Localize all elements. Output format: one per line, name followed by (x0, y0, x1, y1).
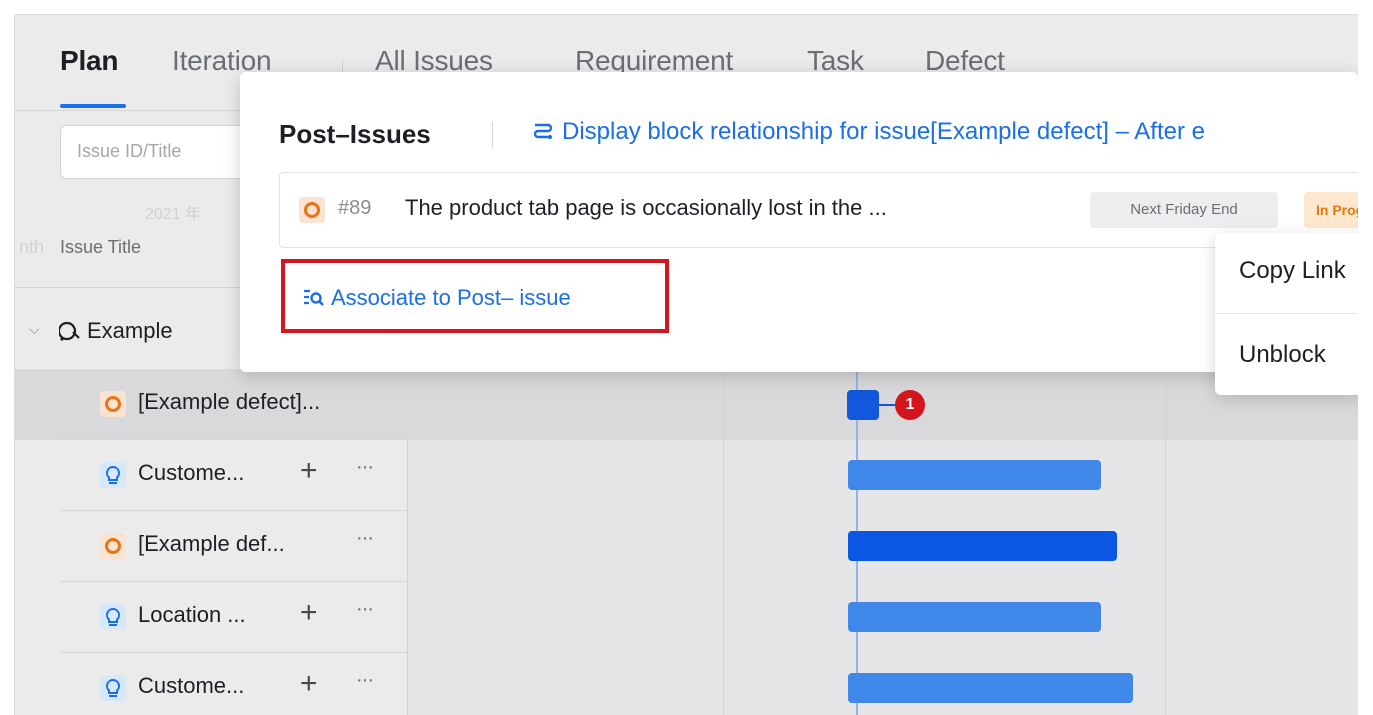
active-tab-indicator (60, 104, 126, 108)
relationship-link-text[interactable]: Display block relationship for issue[Exa… (562, 118, 1205, 145)
associate-post-issue-button[interactable]: Associate to Post– issue (303, 285, 571, 311)
add-child-button[interactable]: + (300, 667, 318, 701)
row-title[interactable]: [Example defect]... (138, 389, 320, 415)
row-title[interactable]: [Example def... (138, 531, 285, 557)
row-title[interactable]: Custome... (138, 460, 244, 486)
plan-view: Plan Iteration All Issues Requirement Ta… (15, 15, 1358, 715)
dependency-connector (877, 404, 897, 406)
iteration-icon (59, 321, 80, 341)
popover-title: Post–Issues (279, 119, 431, 149)
gantt-bar[interactable] (847, 390, 879, 420)
timeline-year-label: 2021 年 (145, 206, 202, 223)
due-date-badge: Next Friday End (1090, 192, 1278, 228)
table-row[interactable]: Custome... + ··· (60, 653, 408, 715)
search-placeholder: Issue ID/Title (77, 141, 182, 161)
defect-icon (100, 533, 126, 559)
timeline-unit-label: nth (19, 237, 45, 257)
menu-divider (1215, 313, 1358, 314)
table-row[interactable]: Custome... + ··· (60, 440, 408, 511)
row-title[interactable]: Custome... (138, 673, 244, 699)
menu-item-copy-link[interactable]: Copy Link (1239, 257, 1346, 285)
relationship-icon (533, 123, 553, 139)
requirement-icon (100, 462, 126, 488)
add-child-button[interactable]: + (300, 454, 318, 488)
requirement-icon (100, 675, 126, 701)
status-badge[interactable]: In Progr (1304, 192, 1358, 228)
post-issues-popover: Post–Issues Display block relationship f… (240, 72, 1358, 372)
table-row[interactable]: [Example defect]... (60, 369, 408, 440)
table-row[interactable]: Location ... + ··· (60, 582, 408, 653)
group-label: Example (87, 318, 173, 343)
gantt-bar[interactable] (848, 531, 1117, 561)
more-options-button[interactable]: ··· (356, 456, 374, 479)
add-child-button[interactable]: + (300, 596, 318, 630)
display-block-relationship-link[interactable]: Display block relationship for issue[Exa… (532, 118, 1205, 146)
gantt-bar[interactable] (848, 460, 1101, 490)
column-header-issue-title: Issue Title (60, 237, 142, 257)
post-issue-card[interactable]: #89 The product tab page is occasionally… (279, 172, 1358, 248)
menu-item-unblock[interactable]: Unblock (1239, 341, 1326, 369)
issue-title-link[interactable]: The product tab page is occasionally los… (405, 195, 887, 221)
more-options-button[interactable]: ··· (356, 527, 374, 550)
issue-id: #89 (338, 197, 372, 219)
requirement-icon (100, 604, 126, 630)
associate-search-icon (304, 289, 324, 306)
associate-highlight-box: Associate to Post– issue (281, 259, 669, 333)
defect-icon (299, 197, 325, 223)
more-options-button[interactable]: ··· (356, 598, 374, 621)
chevron-down-icon[interactable]: ⌵ (29, 321, 40, 338)
gantt-bar[interactable] (848, 673, 1133, 703)
divider (492, 122, 493, 148)
defect-icon (100, 391, 126, 417)
table-row[interactable]: [Example def... ··· (60, 511, 408, 582)
dependency-count-badge[interactable]: 1 (895, 390, 925, 420)
tab-plan[interactable]: Plan (60, 45, 119, 77)
row-title[interactable]: Location ... (138, 602, 246, 628)
issue-context-menu: Copy Link Unblock (1215, 233, 1358, 395)
more-options-button[interactable]: ··· (356, 669, 374, 692)
row-highlight-extension (15, 369, 60, 440)
associate-link-text[interactable]: Associate to Post– issue (331, 285, 571, 310)
gantt-bar[interactable] (848, 602, 1101, 632)
